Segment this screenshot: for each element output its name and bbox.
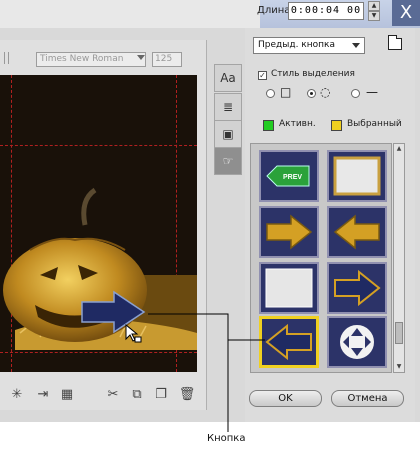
copy-icon[interactable]: ⧉ (128, 386, 146, 404)
close-button[interactable]: X (392, 0, 420, 26)
shape-radio-rectangle[interactable] (266, 89, 275, 98)
title-bar: Длина: 0:00:04 00 ▲ ▼ X (0, 0, 420, 28)
duration-stepper[interactable]: ▲ ▼ (368, 1, 380, 21)
folder-icon[interactable] (388, 35, 402, 50)
scroll-down-icon[interactable]: ▼ (395, 363, 403, 371)
button-tool-icon[interactable]: ☞ (214, 147, 242, 175)
button-gallery: PREV (250, 143, 392, 373)
stepper-up-icon[interactable]: ▲ (368, 1, 380, 11)
cut-icon[interactable]: ✂ (104, 386, 122, 404)
prev-tile-label: PREV (283, 174, 302, 181)
scroll-up-icon[interactable]: ▲ (395, 145, 403, 153)
highlight-style-label: Стиль выделения (271, 69, 355, 79)
line-icon: — (366, 85, 378, 99)
chevron-down-icon[interactable] (352, 43, 360, 48)
scroll-thumb[interactable] (395, 322, 403, 344)
round-button-tile[interactable] (327, 316, 387, 368)
button-preset-select[interactable]: Предыд. кнопка (253, 37, 365, 54)
sparkle-icon[interactable]: ✳ (8, 386, 26, 404)
shape-radio-line[interactable] (351, 89, 360, 98)
cancel-button[interactable]: Отмена (331, 390, 404, 407)
stepper-down-icon[interactable]: ▼ (368, 11, 380, 21)
font-size-field[interactable]: 125 (152, 52, 182, 67)
shape-radio-circle[interactable] (307, 89, 316, 98)
arrow-right-tile[interactable] (259, 206, 319, 258)
arrow-right-dark-tile[interactable] (327, 262, 387, 314)
selected-color-label: Выбранный (347, 119, 402, 129)
active-color-label: Активн. (279, 119, 316, 129)
align-right-icon[interactable]: ⇥ (34, 386, 52, 404)
ok-button[interactable]: OK (249, 390, 322, 407)
arrow-left-tile[interactable] (327, 206, 387, 258)
image-icon[interactable]: ▣ (214, 120, 242, 148)
arrow-left-selected-tile[interactable] (259, 316, 319, 368)
active-color-swatch[interactable] (263, 120, 274, 131)
blank-square-tile[interactable] (259, 262, 319, 314)
paste-icon[interactable]: ❐ (152, 386, 170, 404)
duration-field[interactable]: 0:00:04 00 (288, 2, 364, 20)
highlight-style-checkbox[interactable]: ✓ (258, 71, 267, 80)
grid-icon[interactable]: ▦ (58, 386, 76, 404)
text-align-icon[interactable]: ≣ (214, 93, 242, 121)
callout-label: Кнопка (207, 433, 246, 444)
cursor-move-icon (125, 323, 142, 343)
font-select[interactable]: Times New Roman (36, 52, 146, 67)
rectangle-icon: □ (280, 85, 292, 99)
trash-icon[interactable]: 🗑 (178, 386, 196, 404)
text-style-icon[interactable]: Aa (214, 64, 242, 92)
chevron-down-icon[interactable] (137, 55, 145, 60)
freeform-icon: ◌ (320, 85, 331, 99)
selected-color-swatch[interactable] (331, 120, 342, 131)
menu-canvas[interactable] (0, 75, 197, 372)
gallery-scrollbar[interactable]: ▲ ▼ (393, 143, 405, 373)
toolbar-grip-icon (4, 52, 9, 64)
prev-button-tile[interactable]: PREV (259, 150, 319, 202)
blank-frame-tile[interactable] (327, 150, 387, 202)
